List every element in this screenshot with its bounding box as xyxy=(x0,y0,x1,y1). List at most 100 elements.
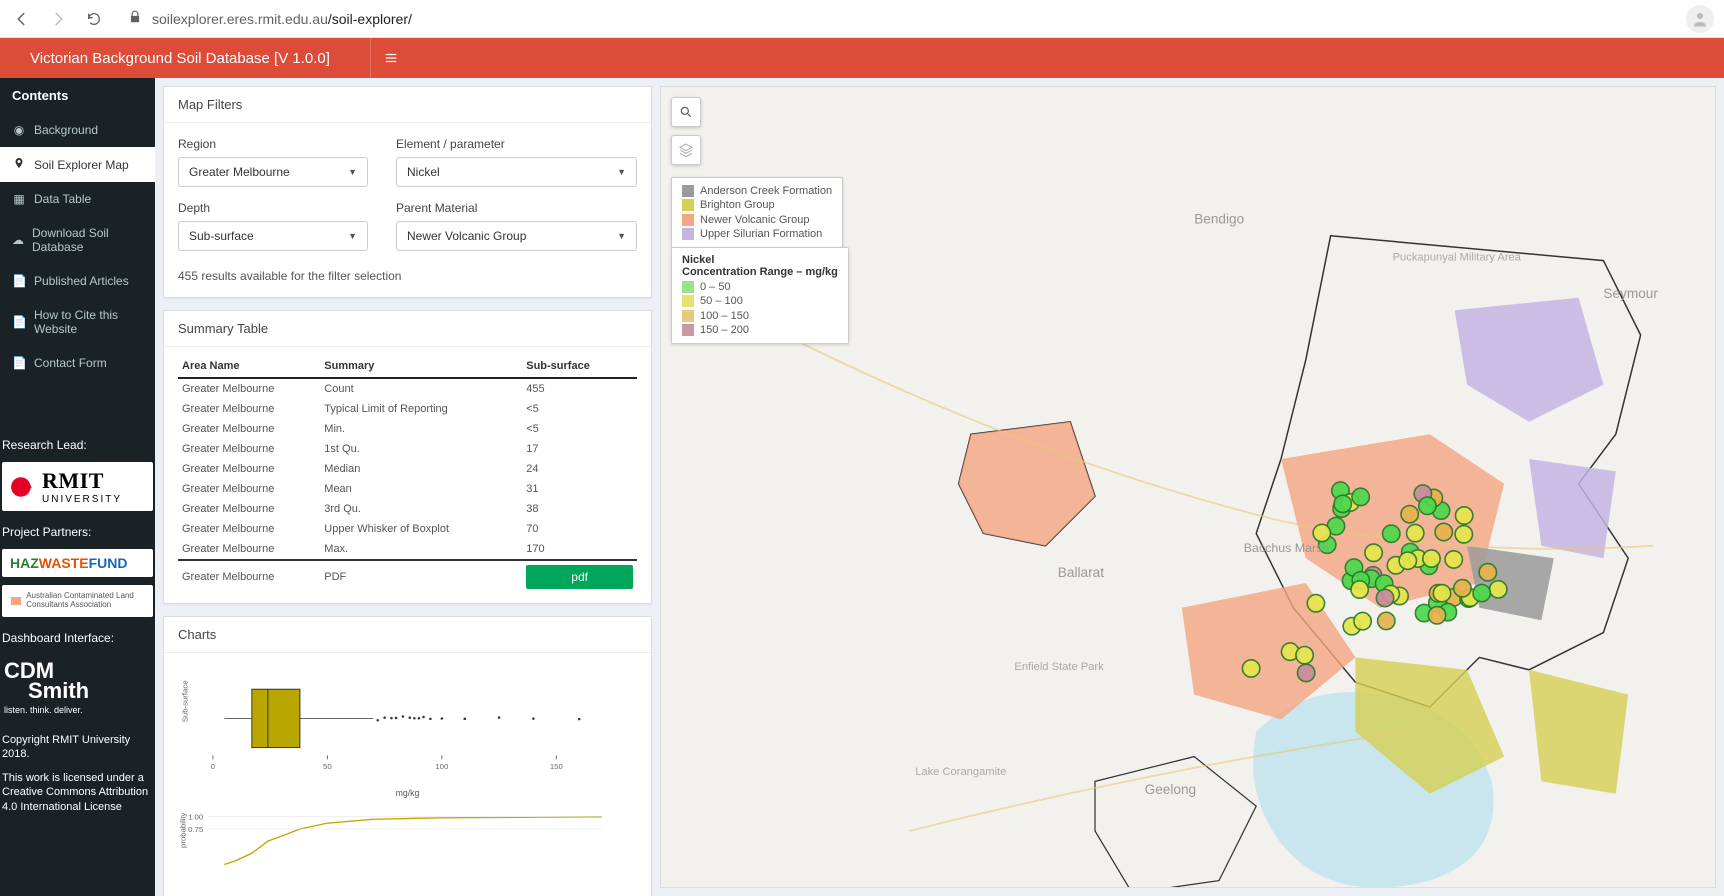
legend-row: Anderson Creek Formation xyxy=(682,184,832,198)
map-layers-button[interactable] xyxy=(671,135,701,165)
sidebar-item-label: Background xyxy=(34,123,98,137)
legend-row: 50 – 100 xyxy=(682,294,838,308)
dashboard-icon: ◉ xyxy=(12,123,26,137)
lock-icon xyxy=(128,10,142,27)
app-title: Victorian Background Soil Database [V 1.… xyxy=(0,50,370,67)
card-title: Summary Table xyxy=(164,311,651,347)
sidebar-item-background[interactable]: ◉ Background xyxy=(0,113,155,147)
svg-text:50: 50 xyxy=(323,762,332,771)
sidebar: Contents ◉ Background Soil Explorer Map … xyxy=(0,78,155,896)
region-select[interactable]: Greater Melbourne xyxy=(178,157,368,187)
table-row: Greater MelbourneMedian24 xyxy=(178,459,637,479)
table-row: Greater Melbourne3rd Qu.38 xyxy=(178,499,637,519)
rmit-icon xyxy=(10,474,36,500)
sidebar-item-download[interactable]: ☁ Download Soil Database xyxy=(0,216,155,264)
summary-card: Summary Table Area Name Summary Sub-surf… xyxy=(163,310,652,604)
svg-text:Enfield State Park: Enfield State Park xyxy=(1014,661,1104,673)
browser-toolbar: soilexplorer.eres.rmit.edu.au/soil-explo… xyxy=(0,0,1724,38)
parent-label: Parent Material xyxy=(396,201,637,215)
table-row: Greater MelbourneTypical Limit of Report… xyxy=(178,399,637,419)
copyright-text: Copyright RMIT University 2018. This wor… xyxy=(0,725,155,822)
svg-text:0: 0 xyxy=(211,762,216,771)
depth-label: Depth xyxy=(178,201,368,215)
svg-text:Bacchus Marsh: Bacchus Marsh xyxy=(1244,541,1330,555)
layers-icon xyxy=(678,142,694,158)
table-row: Greater MelbourneCount455 xyxy=(178,378,637,399)
svg-text:Sub-surface: Sub-surface xyxy=(181,680,190,722)
reload-button[interactable] xyxy=(82,7,106,31)
doc-icon: 📄 xyxy=(12,274,26,288)
table-row: Greater MelbourneMax.170 xyxy=(178,539,637,560)
pin-icon xyxy=(12,157,26,172)
svg-text:Geelong: Geelong xyxy=(1145,782,1197,797)
sidebar-item-label: How to Cite this Website xyxy=(34,308,143,336)
svg-text:mg/kg: mg/kg xyxy=(396,788,420,798)
svg-text:0.75: 0.75 xyxy=(188,825,203,834)
hazwaste-logo[interactable]: HAZWASTEFUND xyxy=(2,549,153,577)
element-select[interactable]: Nickel xyxy=(396,157,637,187)
card-title: Charts xyxy=(164,617,651,653)
cdm-logo[interactable]: CDM Smith listen. think. deliver. xyxy=(2,655,153,721)
table-icon: ▦ xyxy=(12,192,26,206)
download-icon: ☁ xyxy=(12,233,24,247)
legend-row: 0 – 50 xyxy=(682,280,838,294)
sidebar-item-cite[interactable]: 📄 How to Cite this Website xyxy=(0,298,155,346)
summary-table: Area Name Summary Sub-surface Greater Me… xyxy=(178,355,637,593)
parent-select[interactable]: Newer Volcanic Group xyxy=(396,221,637,251)
search-icon xyxy=(679,105,693,119)
ecdf-chart: 0.75 1.00probability xyxy=(174,806,641,886)
sidebar-item-label: Download Soil Database xyxy=(32,226,143,254)
partners-label: Project Partners: xyxy=(0,515,155,545)
svg-text:100: 100 xyxy=(435,762,449,771)
table-row: Greater MelbourneMin.<5 xyxy=(178,419,637,439)
svg-text:1.00: 1.00 xyxy=(188,813,204,822)
svg-text:Bendigo: Bendigo xyxy=(1194,211,1244,226)
pdf-button[interactable]: pdf xyxy=(526,565,633,589)
back-button[interactable] xyxy=(10,7,34,31)
sidebar-item-contact[interactable]: 📄 Contact Form xyxy=(0,346,155,380)
svg-text:Seymour: Seymour xyxy=(1603,286,1658,301)
sidebar-item-data-table[interactable]: ▦ Data Table xyxy=(0,182,155,216)
sidebar-item-soil-explorer[interactable]: Soil Explorer Map xyxy=(0,147,155,182)
aclca-icon xyxy=(10,591,22,611)
rmit-logo[interactable]: RMIT UNIVERSITY xyxy=(2,462,153,511)
menu-toggle-button[interactable] xyxy=(370,38,410,78)
map-search-button[interactable] xyxy=(671,97,701,127)
table-row-pdf: Greater MelbournePDFpdf xyxy=(178,560,637,593)
map-filters-card: Map Filters Region Greater Melbourne Ele… xyxy=(163,86,652,298)
sidebar-item-label: Published Articles xyxy=(34,274,129,288)
doc-icon: 📄 xyxy=(12,356,26,370)
results-count: 455 results available for the filter sel… xyxy=(178,265,637,283)
table-row: Greater Melbourne1st Qu.17 xyxy=(178,439,637,459)
sidebar-item-published[interactable]: 📄 Published Articles xyxy=(0,264,155,298)
card-title: Map Filters xyxy=(164,87,651,123)
svg-text:150: 150 xyxy=(550,762,564,771)
table-row: Greater MelbourneUpper Whisker of Boxplo… xyxy=(178,519,637,539)
legend-row: Upper Silurian Formation xyxy=(682,227,832,241)
legend-formations: Anderson Creek FormationBrighton GroupNe… xyxy=(671,177,843,248)
svg-text:probability: probability xyxy=(179,812,188,848)
table-row: Greater MelbourneMean31 xyxy=(178,479,637,499)
sidebar-heading: Contents xyxy=(0,78,155,113)
svg-text:Lake Corangamite: Lake Corangamite xyxy=(915,766,1006,778)
sidebar-item-label: Contact Form xyxy=(34,356,107,370)
legend-row: Newer Volcanic Group xyxy=(682,213,832,227)
depth-select[interactable]: Sub-surface xyxy=(178,221,368,251)
app-header: Victorian Background Soil Database [V 1.… xyxy=(0,38,1724,78)
region-label: Region xyxy=(178,137,368,151)
svg-text:Puckapunyal Military Area: Puckapunyal Military Area xyxy=(1393,252,1522,264)
legend-row: 150 – 200 xyxy=(682,323,838,337)
url-text: soilexplorer.eres.rmit.edu.au/soil-explo… xyxy=(152,11,412,27)
aclca-logo[interactable]: Australian Contaminated Land Consultants… xyxy=(2,585,153,617)
profile-icon[interactable] xyxy=(1686,5,1714,33)
sidebar-item-label: Soil Explorer Map xyxy=(34,158,129,172)
legend-concentration: Nickel Concentration Range – mg/kg 0 – 5… xyxy=(671,247,849,344)
th-summary: Summary xyxy=(320,355,522,378)
legend-row: 100 – 150 xyxy=(682,309,838,323)
map-panel[interactable]: Bendigo Seymour Ballarat Bacchus Marsh G… xyxy=(660,86,1716,888)
boxplot-chart: Sub-surface 0 50 100 150 mg/kg xyxy=(174,663,641,803)
address-bar[interactable]: soilexplorer.eres.rmit.edu.au/soil-explo… xyxy=(128,10,412,27)
research-lead-label: Research Lead: xyxy=(0,428,155,458)
th-sub: Sub-surface xyxy=(522,355,637,378)
forward-button[interactable] xyxy=(46,7,70,31)
